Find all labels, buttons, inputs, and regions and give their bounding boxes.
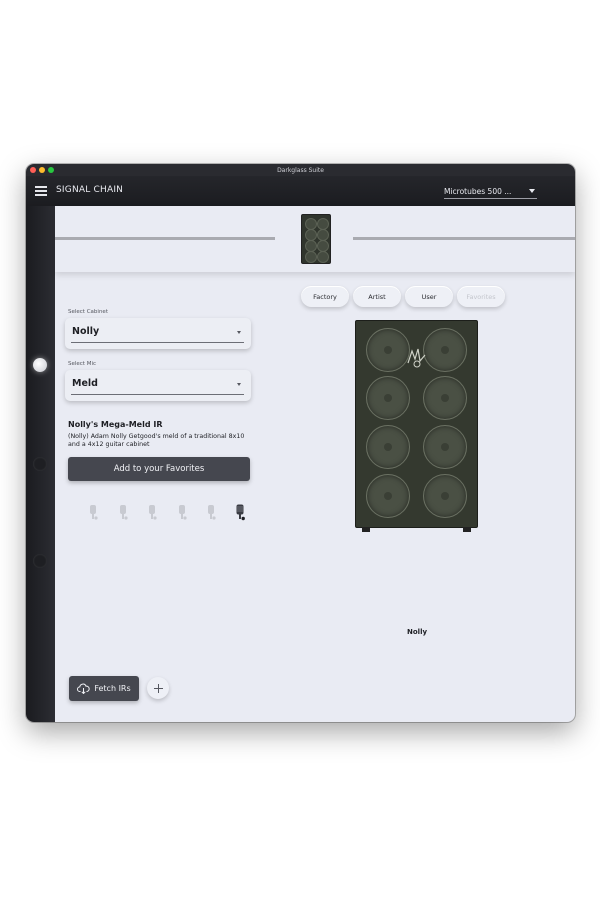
app-window: Darkglass Suite SIGNAL CHAIN Microtubes … <box>26 164 575 722</box>
mic-label: Select Mic <box>68 361 97 367</box>
window-controls <box>30 167 54 173</box>
ir-filter-tabs: Factory Artist User Favorites <box>301 286 505 307</box>
mic-select[interactable]: Meld <box>65 370 251 401</box>
tab-user[interactable]: User <box>405 286 453 307</box>
cloud-download-icon <box>77 683 91 694</box>
sidebar-knob-active[interactable] <box>33 358 47 372</box>
mic-6-icon[interactable] <box>235 504 245 522</box>
add-button[interactable] <box>147 677 169 699</box>
tab-artist[interactable]: Artist <box>353 286 401 307</box>
signal-chain-strip <box>55 206 575 272</box>
preset-dropdown[interactable]: Microtubes 500 ... <box>444 184 537 199</box>
page-title: SIGNAL CHAIN <box>56 185 124 195</box>
cabinet-label: Select Cabinet <box>68 309 108 315</box>
cabinet-select[interactable]: Nolly <box>65 318 251 349</box>
preset-name: Microtubes 500 ... <box>444 186 512 196</box>
add-to-favorites-button[interactable]: Add to your Favorites <box>68 457 250 481</box>
chain-line-left <box>55 237 275 240</box>
chevron-down-icon <box>237 383 241 386</box>
maximize-window-button[interactable] <box>48 167 54 173</box>
fetch-irs-button[interactable]: Fetch IRs <box>69 676 139 701</box>
chevron-down-icon <box>529 189 535 193</box>
selected-cabinet-name: Nolly <box>407 628 428 636</box>
cabinet-value: Nolly <box>72 326 100 337</box>
fetch-irs-label: Fetch IRs <box>94 684 131 693</box>
title-bar: Darkglass Suite <box>26 164 575 176</box>
minimize-window-button[interactable] <box>39 167 45 173</box>
chain-line-right <box>353 237 575 240</box>
tab-favorites[interactable]: Favorites <box>457 286 505 307</box>
cabinet-image <box>355 320 478 532</box>
sidebar-knob[interactable] <box>33 554 47 568</box>
mic-value: Meld <box>72 378 98 389</box>
menu-icon[interactable] <box>35 186 47 196</box>
mic-3-icon[interactable] <box>147 504 157 522</box>
ir-description: (Nolly) Adam Nolly Getgood's meld of a t… <box>68 433 245 448</box>
ir-title: Nolly's Mega-Meld IR <box>68 420 163 429</box>
mic-1-icon[interactable] <box>88 504 98 522</box>
mic-2-icon[interactable] <box>118 504 128 522</box>
sidebar <box>26 206 55 722</box>
close-window-button[interactable] <box>30 167 36 173</box>
mic-5-icon[interactable] <box>206 504 216 522</box>
cabinet-thumbnail[interactable] <box>301 214 331 264</box>
app-bar: SIGNAL CHAIN Microtubes 500 ... <box>26 176 575 206</box>
cabinet-logo-icon <box>407 348 426 368</box>
mic-selector <box>88 504 253 524</box>
mic-4-icon[interactable] <box>177 504 187 522</box>
window-title: Darkglass Suite <box>277 166 324 174</box>
plus-icon <box>153 683 163 693</box>
sidebar-knob[interactable] <box>33 457 47 471</box>
tab-factory[interactable]: Factory <box>301 286 349 307</box>
chevron-down-icon <box>237 331 241 334</box>
